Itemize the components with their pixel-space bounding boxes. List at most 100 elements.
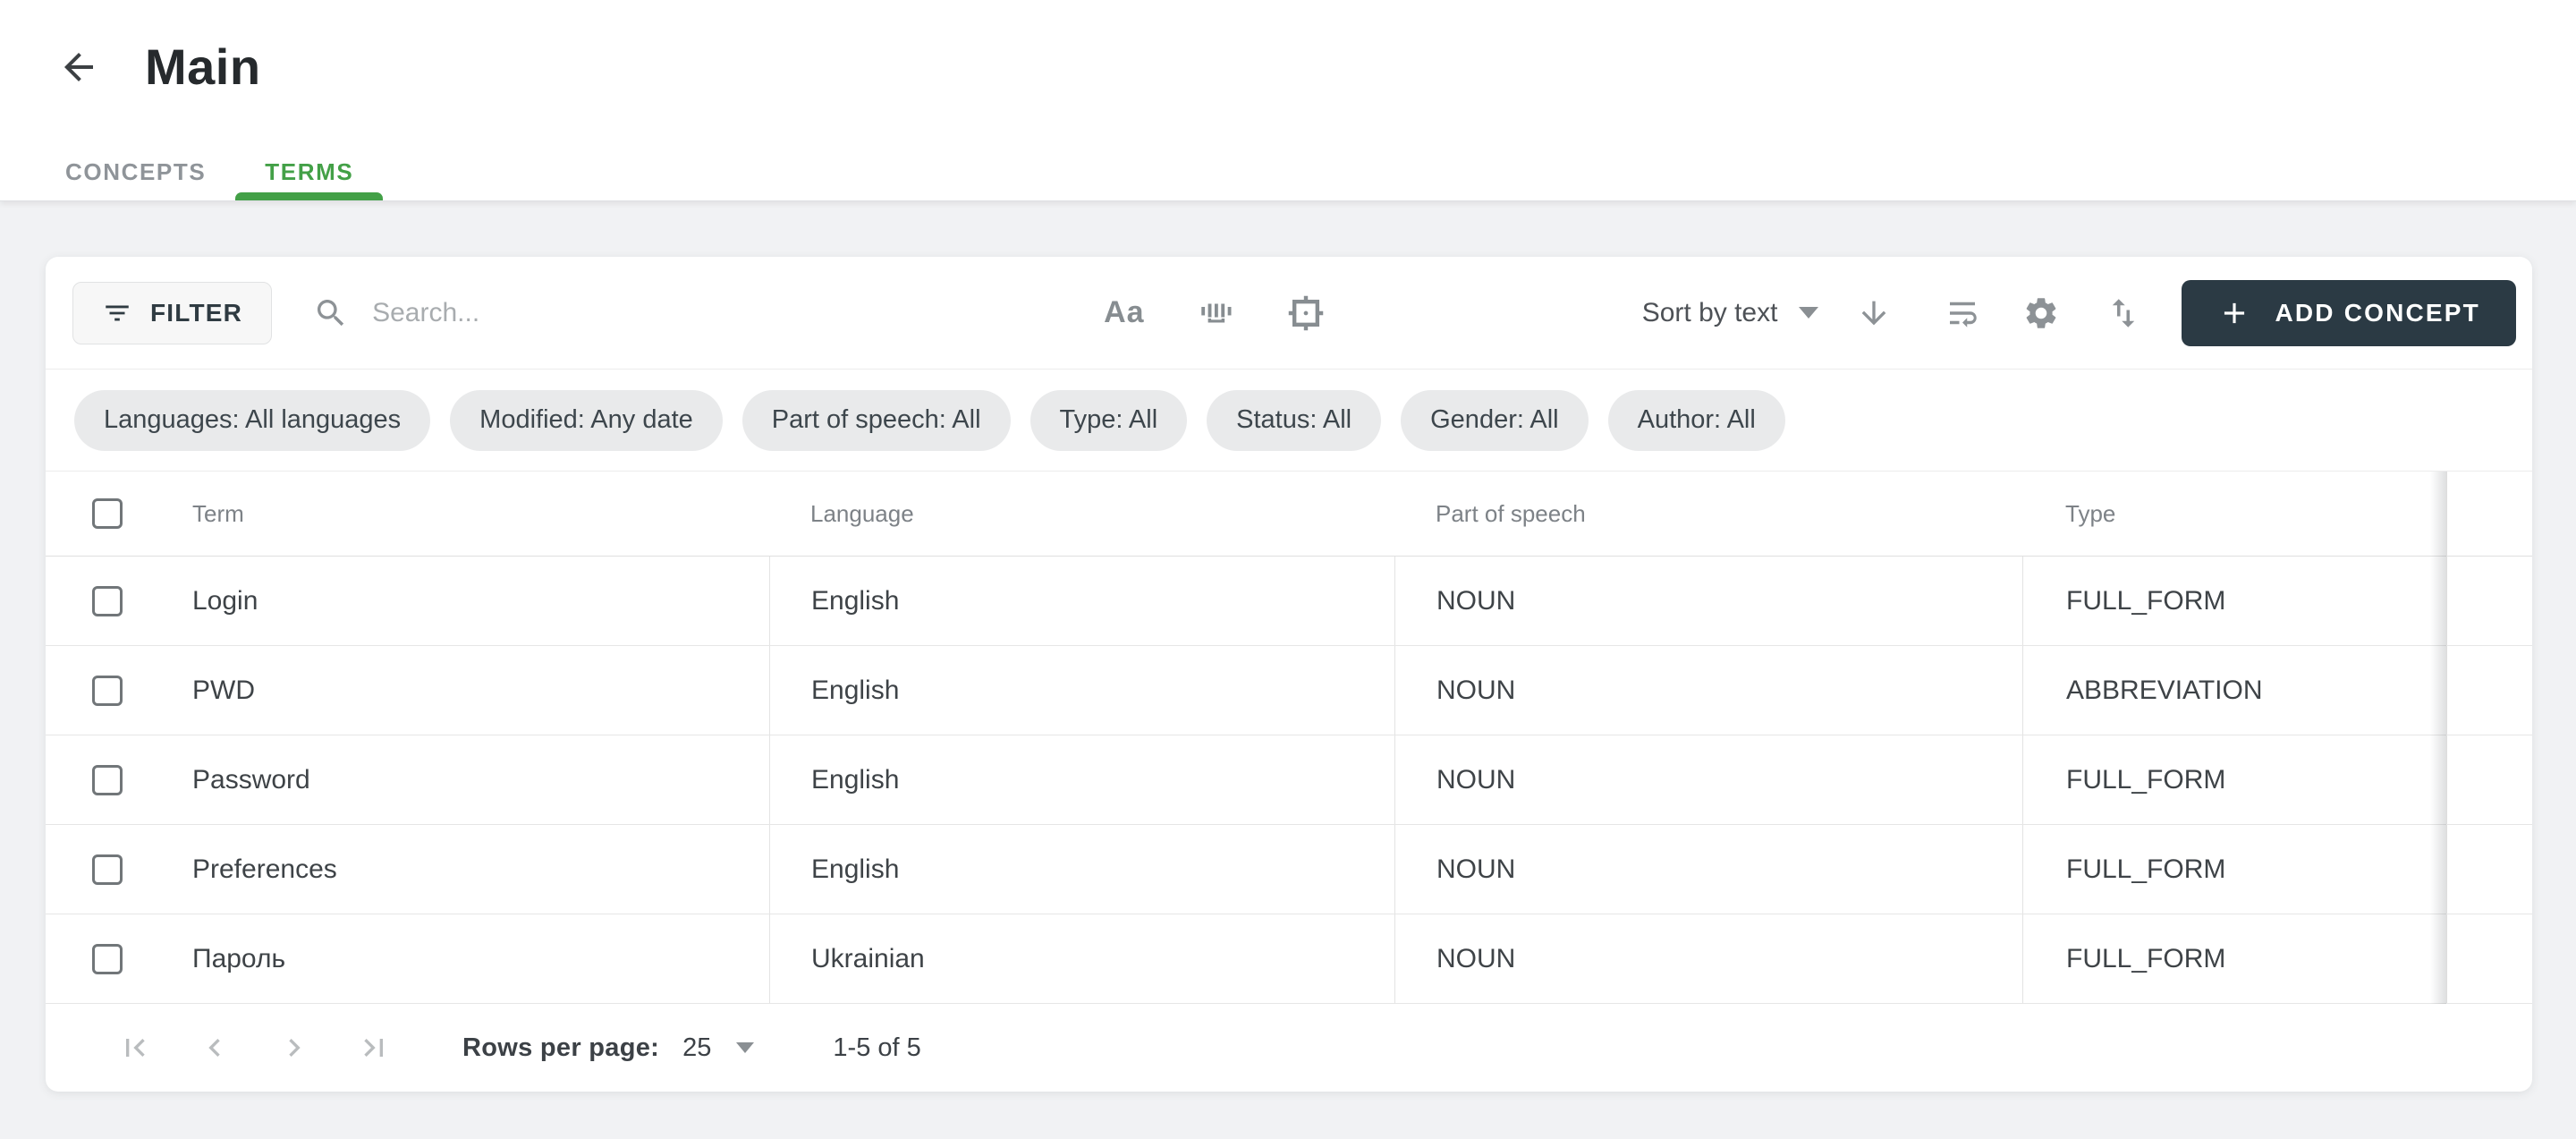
match-word-toggle[interactable] [1197,294,1234,332]
cell-type: FULL_FORM [2022,825,2446,914]
first-page-button[interactable] [115,1028,155,1067]
chip-modified-label: Modified: Any date [479,405,693,435]
search-box [313,295,998,331]
paginator: Rows per page: 25 1-5 of 5 [46,1004,2532,1092]
chevron-left-icon [197,1030,233,1066]
focus-frame-toggle[interactable] [1286,293,1326,333]
chip-gender-label: Gender: All [1430,405,1558,435]
focus-frame-icon [1286,293,1326,333]
main-content: FILTER Aa [0,201,2576,1092]
chip-author[interactable]: Author: All [1608,390,1785,451]
table-row[interactable]: Login English NOUN FULL_FORM [46,557,2532,646]
select-all-checkbox[interactable] [92,498,123,529]
cell-term: PWD [164,676,769,706]
row-checkbox[interactable] [92,854,123,885]
tab-terms[interactable]: TERMS [235,143,383,200]
arrow-back-icon [57,46,100,89]
wrap-text-button[interactable] [1944,294,1981,332]
previous-page-button[interactable] [195,1028,234,1067]
pinned-cell [2446,825,2532,914]
cell-term: Preferences [164,854,769,885]
chip-part-of-speech[interactable]: Part of speech: All [742,390,1011,451]
row-checkbox[interactable] [92,676,123,706]
cell-part-of-speech: NOUN [1394,557,2022,645]
swap-vertical-icon [2105,294,2142,332]
chip-modified[interactable]: Modified: Any date [450,390,723,451]
first-page-icon [117,1030,153,1066]
chip-part-of-speech-label: Part of speech: All [772,405,981,435]
settings-button[interactable] [2022,294,2060,332]
chip-type-label: Type: All [1060,405,1158,435]
cell-language: English [769,557,1394,645]
column-header-language: Language [769,472,1394,556]
match-case-toggle[interactable]: Aa [1104,295,1144,330]
table-row[interactable]: Password English NOUN FULL_FORM [46,735,2532,825]
pinned-cell [2446,914,2532,1003]
tab-terms-label: TERMS [265,158,353,186]
table-row[interactable]: PWD English NOUN ABBREVIATION [46,646,2532,735]
column-header-part-of-speech: Part of speech [1394,472,2022,556]
table-header-row: Term Language Part of speech Type [46,472,2532,557]
rows-per-page-label: Rows per page: [462,1033,659,1063]
page-range-label: 1-5 of 5 [833,1033,920,1063]
terms-card: FILTER Aa [46,257,2532,1092]
last-page-button[interactable] [354,1028,394,1067]
tab-concepts[interactable]: CONCEPTS [36,143,235,200]
search-input[interactable] [372,298,998,328]
cell-language: English [769,646,1394,735]
pinned-column-header [2446,472,2532,556]
row-checkbox[interactable] [92,586,123,616]
cell-part-of-speech: NOUN [1394,646,2022,735]
rows-per-page-caret-icon[interactable] [736,1042,754,1053]
chip-author-label: Author: All [1638,405,1756,435]
cell-part-of-speech: NOUN [1394,735,2022,824]
rows-per-page-value[interactable]: 25 [682,1033,711,1063]
cell-type: FULL_FORM [2022,914,2446,1003]
tab-concepts-label: CONCEPTS [65,158,206,186]
add-concept-button[interactable]: ADD CONCEPT [2182,280,2516,346]
last-page-icon [356,1030,392,1066]
column-header-type: Type [2022,472,2446,556]
filter-button-label: FILTER [150,299,242,327]
page-header: Main CONCEPTS TERMS [0,0,2576,201]
table-row[interactable]: Preferences English NOUN FULL_FORM [46,825,2532,914]
swap-order-button[interactable] [2105,294,2142,332]
chip-status-label: Status: All [1236,405,1352,435]
arrow-down-icon [1856,295,1892,331]
sort-select[interactable]: Sort by text [1642,298,1819,328]
add-concept-label: ADD CONCEPT [2275,299,2480,327]
sort-caret-icon [1799,307,1818,319]
pinned-cell [2446,646,2532,735]
pinned-cell [2446,557,2532,645]
wrap-text-icon [1944,294,1981,332]
chip-type[interactable]: Type: All [1030,390,1188,451]
cell-part-of-speech: NOUN [1394,914,2022,1003]
cell-term: Password [164,765,769,795]
next-page-button[interactable] [275,1028,314,1067]
cell-part-of-speech: NOUN [1394,825,2022,914]
sort-direction-button[interactable] [1856,295,1892,331]
filter-chips-row: Languages: All languages Modified: Any d… [46,370,2532,472]
cell-type: FULL_FORM [2022,735,2446,824]
match-case-icon: Aa [1104,295,1144,330]
chip-gender[interactable]: Gender: All [1401,390,1588,451]
column-header-term: Term [164,500,769,528]
cell-term: Пароль [164,944,769,974]
cell-type: ABBREVIATION [2022,646,2446,735]
row-checkbox[interactable] [92,944,123,974]
filter-button[interactable]: FILTER [72,282,272,344]
sort-label: Sort by text [1642,298,1778,328]
active-tab-underline [235,192,383,200]
row-checkbox[interactable] [92,765,123,795]
table-row[interactable]: Пароль Ukrainian NOUN FULL_FORM [46,914,2532,1004]
cell-language: Ukrainian [769,914,1394,1003]
cell-language: English [769,735,1394,824]
chip-status[interactable]: Status: All [1207,390,1381,451]
pinned-cell [2446,735,2532,824]
page-title: Main [145,38,261,96]
chip-languages-label: Languages: All languages [104,405,401,435]
toolbar-right-icons: ADD CONCEPT [1818,280,2516,346]
chip-languages[interactable]: Languages: All languages [74,390,430,451]
title-row: Main [0,0,2576,96]
back-button[interactable] [55,44,102,90]
